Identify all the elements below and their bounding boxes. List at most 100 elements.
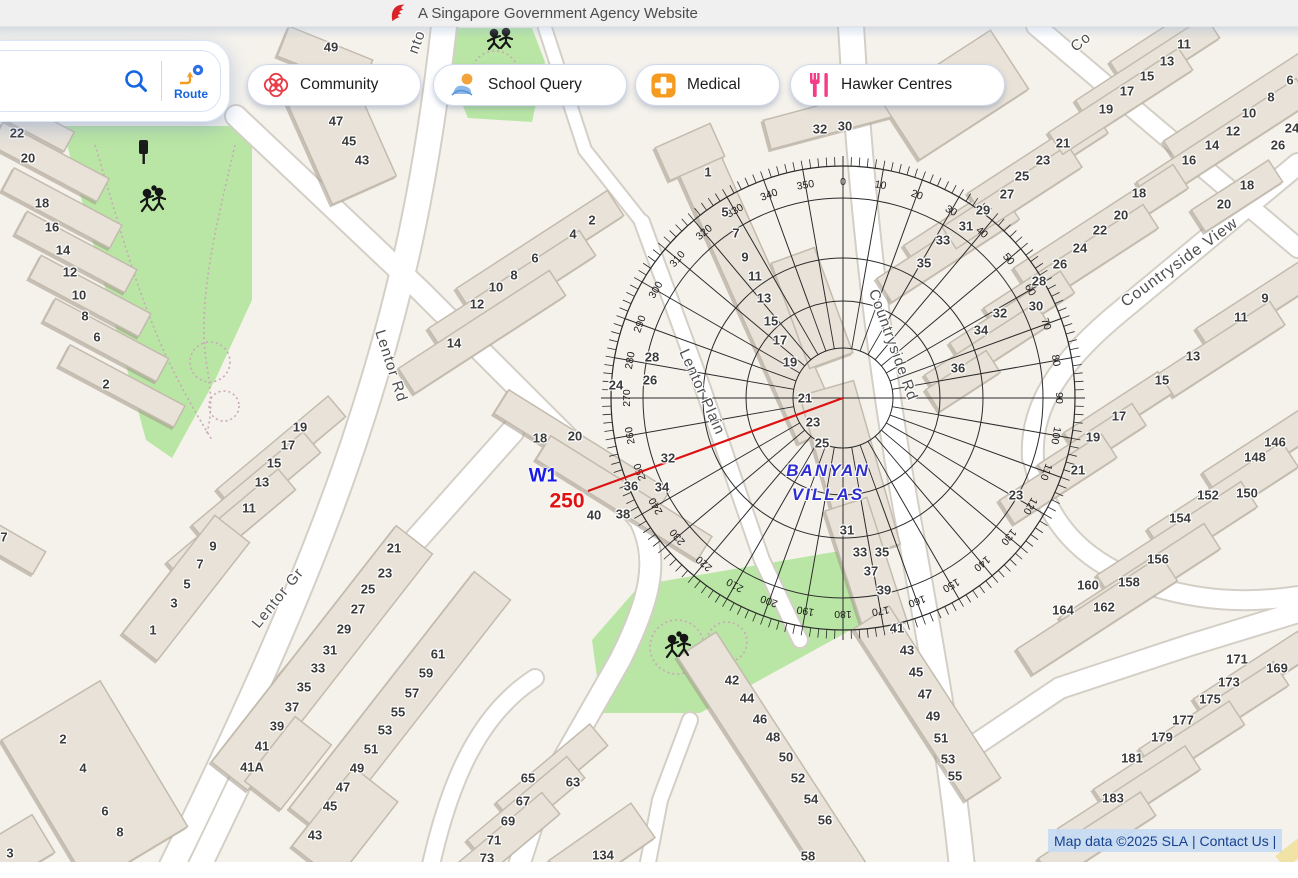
compass-degree-label: 170 [871, 603, 890, 618]
house-number: 134 [592, 849, 614, 862]
house-number: 17 [1120, 85, 1134, 98]
house-number: 52 [791, 772, 805, 785]
playground-icon [141, 29, 690, 657]
house-number: 175 [1199, 693, 1221, 706]
house-number: 25 [1015, 170, 1029, 183]
house-number: 183 [1102, 792, 1124, 805]
house-number: 152 [1197, 489, 1219, 502]
house-number: 49 [324, 41, 338, 54]
house-number: 14 [56, 244, 70, 257]
contact-us-link[interactable]: Contact Us [1200, 833, 1269, 849]
house-number: 32 [661, 452, 675, 465]
house-number: 23 [378, 567, 392, 580]
house-number: 31 [840, 524, 854, 537]
house-number: 14 [447, 337, 461, 350]
house-number: 10 [489, 281, 503, 294]
school-query-button[interactable]: School Query [433, 64, 627, 106]
house-number: 19 [293, 421, 307, 434]
compass-degree-label: 280 [623, 351, 638, 370]
house-number: 41A [240, 761, 264, 774]
compass-degree-label: 50 [1000, 251, 1017, 268]
house-number: 23 [806, 416, 820, 429]
house-number: 53 [378, 724, 392, 737]
house-number: 20 [21, 152, 35, 165]
compass-degree-label: 200 [759, 592, 780, 609]
house-number: 11 [242, 502, 256, 515]
house-number: 2 [102, 378, 109, 391]
house-number: 8 [81, 310, 88, 323]
house-number: 31 [959, 220, 973, 233]
compass-degree-label: 290 [631, 314, 648, 335]
house-number: 17 [281, 439, 295, 452]
house-number: 51 [364, 743, 378, 756]
compass-degree-label: 220 [693, 553, 714, 574]
house-number: 13 [255, 476, 269, 489]
community-button[interactable]: Community [247, 64, 421, 106]
house-number: 146 [1264, 436, 1286, 449]
house-number: 33 [936, 234, 950, 247]
house-number: 18 [533, 432, 547, 445]
house-number: 12 [1226, 125, 1240, 138]
compass-degree-label: 260 [623, 426, 638, 445]
hawker-centres-button[interactable]: Hawker Centres [790, 64, 1005, 106]
house-number: 27 [1000, 188, 1014, 201]
street-label: Lentor Rd [372, 328, 409, 404]
house-number: 34 [974, 324, 988, 337]
house-number: 10 [72, 289, 86, 302]
map-bottom-gutter [0, 862, 1298, 878]
signpost-icon [139, 140, 148, 164]
house-number: 43 [900, 644, 914, 657]
house-number: 26 [1271, 139, 1285, 152]
house-number: 28 [1032, 275, 1046, 288]
compass-degree-label: 230 [667, 526, 688, 547]
compass-degree-label: 110 [1037, 462, 1054, 482]
search-input[interactable] [0, 60, 119, 102]
house-number: 6 [531, 252, 538, 265]
house-number: 54 [804, 793, 818, 806]
house-number: 19 [783, 356, 797, 369]
house-number: 25 [815, 437, 829, 450]
house-number: 24 [609, 379, 623, 392]
house-number: 32 [813, 123, 827, 136]
house-number: 44 [740, 692, 754, 705]
house-number: 156 [1147, 553, 1169, 566]
house-number: 17 [773, 334, 787, 347]
house-number: 15 [764, 315, 778, 328]
house-number: 181 [1121, 752, 1143, 765]
house-number: 4 [79, 762, 86, 775]
house-number: 15 [267, 457, 281, 470]
house-number: 5 [721, 206, 728, 219]
map-canvas[interactable]: 0102030405060708090100110120130140150160… [0, 0, 1298, 878]
compass-bearing-overlay[interactable]: 0102030405060708090100110120130140150160… [0, 0, 1298, 878]
compass-degree-label: 140 [971, 553, 992, 574]
house-number: 16 [1182, 154, 1196, 167]
house-number: 9 [209, 540, 216, 553]
house-number: 21 [798, 392, 812, 405]
compass-degree-label: 160 [906, 592, 927, 609]
house-number: 36 [624, 480, 638, 493]
house-number: 13 [1186, 350, 1200, 363]
house-number: 158 [1118, 576, 1140, 589]
house-number: 148 [1244, 451, 1266, 464]
school-query-label: School Query [488, 76, 582, 94]
house-number: 16 [45, 221, 59, 234]
community-rings-icon [262, 71, 290, 99]
house-number: 11 [748, 270, 762, 283]
house-number: 36 [951, 362, 965, 375]
house-number: 13 [1160, 55, 1174, 68]
medical-button[interactable]: Medical [635, 64, 780, 106]
route-button[interactable]: Route [162, 63, 220, 100]
house-number: 20 [1217, 198, 1231, 211]
buildings-layer [0, 0, 1298, 878]
house-number: 21 [1071, 464, 1085, 477]
house-number: 8 [116, 826, 123, 839]
house-number: 18 [1240, 179, 1254, 192]
house-number: 71 [487, 834, 501, 847]
compass-degree-label: 300 [646, 279, 665, 300]
house-number: 40 [587, 509, 601, 522]
house-number: 39 [270, 720, 284, 733]
compass-degree-label: 80 [1049, 354, 1063, 368]
search-icon[interactable] [123, 68, 149, 94]
house-number: 41 [890, 622, 904, 635]
house-number: 23 [1036, 154, 1050, 167]
